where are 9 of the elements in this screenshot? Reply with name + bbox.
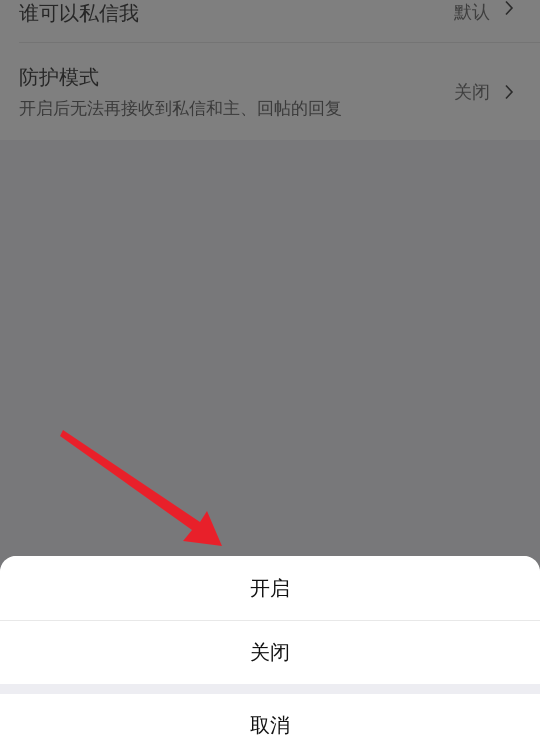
setting-value: 关闭 <box>454 80 490 104</box>
settings-row[interactable]: 防护模式 开启后无法再接收到私信和主、回帖的回复 关闭 <box>19 42 540 140</box>
setting-value: 默认 <box>454 1 490 24</box>
setting-description: 开启后无法再接收到私信和主、回帖的回复 <box>19 98 343 120</box>
chevron-right-icon <box>504 84 514 100</box>
settings-row[interactable]: 谁可以私信我 默认 <box>0 0 540 42</box>
setting-title: 防护模式 <box>19 64 100 90</box>
setting-title: 谁可以私信我 <box>19 0 140 27</box>
chevron-right-icon <box>504 0 514 16</box>
